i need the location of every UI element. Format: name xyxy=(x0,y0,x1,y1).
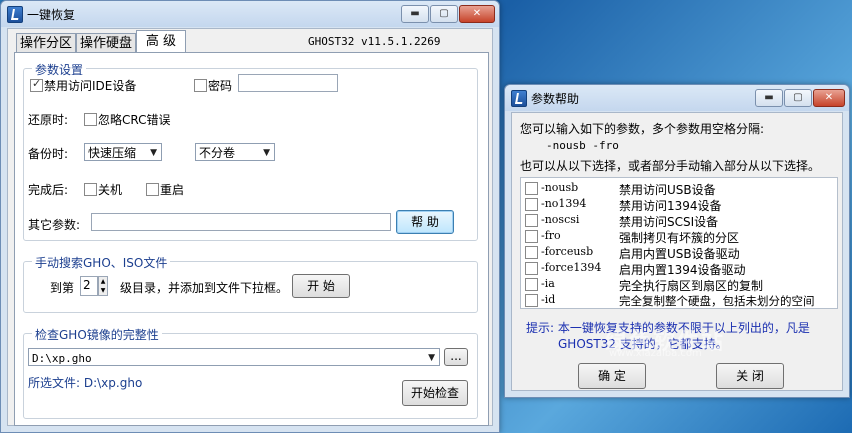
watermark-sub: www.xiazaiba.com xyxy=(609,348,702,359)
list-item[interactable]: -force1394 启用内置1394设备驱动 xyxy=(525,260,835,277)
selected-file-label: 所选文件: D:\xp.gho xyxy=(28,376,143,390)
chevron-down-icon: ▼ xyxy=(150,148,157,158)
help-window-title: 参数帮助 xyxy=(531,92,580,106)
option-param: -forceusb xyxy=(541,245,594,258)
other-params-label: 其它参数: xyxy=(28,218,81,232)
help-titlebar[interactable]: 参数帮助 ▬ ▢ ✕ xyxy=(505,85,849,111)
watermark-logo: 绿色软件站 www.xiazaiba.com xyxy=(545,320,795,362)
option-checkbox[interactable] xyxy=(525,262,538,275)
other-params-field[interactable] xyxy=(91,213,391,231)
option-checkbox[interactable] xyxy=(525,278,538,291)
gho-file-value: D:\xp.gho xyxy=(32,352,92,365)
password-field[interactable] xyxy=(238,74,338,92)
list-item[interactable]: -fro 强制拷贝有坏簇的分区 xyxy=(525,228,835,245)
list-item[interactable]: -no1394 禁用访问1394设备 xyxy=(525,196,835,213)
main-client-area: 操作分区 操作硬盘 高 级 GHOST32 v11.5.1.2269 参数设置 … xyxy=(7,28,493,426)
option-param: -id xyxy=(541,293,556,306)
chevron-down-icon: ▼ xyxy=(428,353,435,363)
compression-select[interactable]: 快速压缩 ▼ xyxy=(84,143,162,161)
shutdown-label: 关机 xyxy=(98,183,123,197)
split-value: 不分卷 xyxy=(199,146,236,160)
start-search-button[interactable]: 开 始 xyxy=(292,274,350,298)
check-image-legend: 检查GHO镜像的完整性 xyxy=(32,326,162,343)
browse-button[interactable]: ... xyxy=(444,348,468,366)
tab-partition[interactable]: 操作分区 xyxy=(16,33,76,53)
compression-value: 快速压缩 xyxy=(88,146,137,160)
main-window: 一键恢复 ▬ ▢ ✕ 操作分区 操作硬盘 高 级 GHOST32 v11.5.1… xyxy=(0,0,500,433)
help-example: -nousb -fro xyxy=(546,139,619,152)
option-param: -fro xyxy=(541,229,561,242)
app-icon xyxy=(7,6,23,23)
ok-button[interactable]: 确 定 xyxy=(578,363,646,389)
close-button[interactable]: ✕ xyxy=(813,89,845,107)
list-item[interactable]: -noscsi 禁用访问SCSI设备 xyxy=(525,212,835,229)
reboot-label: 重启 xyxy=(160,183,185,197)
option-param: -force1394 xyxy=(541,261,602,274)
start-check-button[interactable]: 开始检查 xyxy=(402,380,468,406)
password-label: 密码 xyxy=(208,79,233,93)
app-icon xyxy=(511,90,527,107)
option-checkbox[interactable] xyxy=(525,230,538,243)
maximize-button[interactable]: ▢ xyxy=(430,5,458,23)
shutdown-checkbox[interactable] xyxy=(84,183,97,196)
options-list[interactable]: -nousb 禁用访问USB设备 -no1394 禁用访问1394设备 -nos… xyxy=(520,177,838,309)
search-files-legend: 手动搜索GHO、ISO文件 xyxy=(32,254,171,271)
option-checkbox[interactable] xyxy=(525,182,538,195)
option-param: -noscsi xyxy=(541,213,580,226)
help-intro2: 也可以从以下选择，或者部分手动输入部分从以下选择。 xyxy=(520,159,821,173)
ignore-crc-label: 忽略CRC错误 xyxy=(98,113,171,127)
main-window-title: 一键恢复 xyxy=(27,8,76,22)
version-label: GHOST32 v11.5.1.2269 xyxy=(308,35,441,48)
minimize-button[interactable]: ▬ xyxy=(401,5,429,23)
search-prefix-label: 到第 xyxy=(50,281,75,295)
option-checkbox[interactable] xyxy=(525,198,538,211)
tab-disk[interactable]: 操作硬盘 xyxy=(76,33,136,53)
list-item[interactable]: -id 完全复制整个硬盘，包括未划分的空间 xyxy=(525,292,843,308)
level-field[interactable]: 2 xyxy=(80,276,98,296)
check-image-group: 检查GHO镜像的完整性 D:\xp.gho ▼ ... 所选文件: D:\xp.… xyxy=(23,326,478,419)
option-param: -ia xyxy=(541,277,555,290)
chevron-down-icon: ▼ xyxy=(263,148,270,158)
help-intro: 您可以输入如下的参数，多个参数用空格分隔: xyxy=(520,122,765,136)
list-item[interactable]: -ia 完全执行扇区到扇区的复制 xyxy=(525,276,835,293)
advanced-panel: 参数设置 禁用访问IDE设备 密码 还原时: 忽略CRC错误 备份时: 快速压缩… xyxy=(14,52,489,426)
option-checkbox[interactable] xyxy=(525,246,538,259)
after-label: 完成后: xyxy=(28,183,69,197)
close-button[interactable]: ✕ xyxy=(459,5,495,23)
gho-file-select[interactable]: D:\xp.gho ▼ xyxy=(28,348,440,366)
list-item[interactable]: -nousb 禁用访问USB设备 xyxy=(525,180,835,197)
ignore-crc-checkbox[interactable] xyxy=(84,113,97,126)
maximize-button[interactable]: ▢ xyxy=(784,89,812,107)
param-settings-legend: 参数设置 xyxy=(32,61,87,78)
password-checkbox[interactable] xyxy=(194,79,207,92)
main-titlebar[interactable]: 一键恢复 ▬ ▢ ✕ xyxy=(1,1,499,27)
list-item[interactable]: -forceusb 启用内置USB设备驱动 xyxy=(525,244,835,261)
option-param: -nousb xyxy=(541,181,579,194)
tab-advanced[interactable]: 高 级 xyxy=(136,30,186,53)
backup-label: 备份时: xyxy=(28,147,69,161)
disable-ide-label: 禁用访问IDE设备 xyxy=(44,79,137,93)
minimize-button[interactable]: ▬ xyxy=(755,89,783,107)
help-button[interactable]: 帮 助 xyxy=(396,210,454,234)
option-desc: 完全复制整个硬盘，包括未划分的空间 xyxy=(619,294,815,308)
level-spinner[interactable]: ▲ ▼ xyxy=(98,276,108,296)
search-suffix-label: 级目录，并添加到文件下拉框。 xyxy=(120,281,289,295)
search-files-group: 手动搜索GHO、ISO文件 到第 2 ▲ ▼ 级目录，并添加到文件下拉框。 开 始 xyxy=(23,254,478,313)
param-settings-group: 参数设置 禁用访问IDE设备 密码 还原时: 忽略CRC错误 备份时: 快速压缩… xyxy=(23,61,478,241)
option-checkbox[interactable] xyxy=(525,214,538,227)
close-dialog-button[interactable]: 关 闭 xyxy=(716,363,784,389)
option-checkbox[interactable] xyxy=(525,294,538,307)
reboot-checkbox[interactable] xyxy=(146,183,159,196)
split-select[interactable]: 不分卷 ▼ xyxy=(195,143,275,161)
disable-ide-checkbox[interactable] xyxy=(30,77,43,92)
restore-label: 还原时: xyxy=(28,113,69,127)
option-param: -no1394 xyxy=(541,197,587,210)
